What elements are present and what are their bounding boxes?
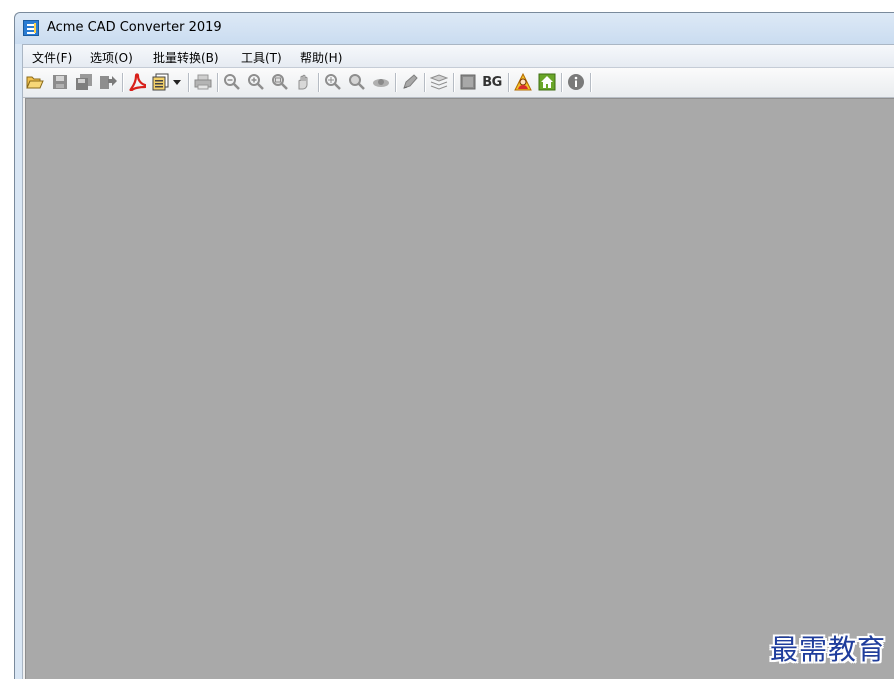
- menu-help[interactable]: 帮助(H): [300, 49, 342, 66]
- toolbar-separator: [318, 73, 319, 92]
- pdf-convert-icon[interactable]: [127, 72, 147, 92]
- bg-label: BG: [482, 74, 502, 90]
- menu-batch-convert[interactable]: 批量转换(B): [153, 49, 219, 66]
- toolbar-separator: [395, 73, 396, 92]
- batch-convert-icon[interactable]: [151, 72, 171, 92]
- drawing-canvas[interactable]: [25, 98, 894, 679]
- app-icon: [23, 20, 39, 36]
- view-eye-icon[interactable]: [371, 72, 391, 92]
- toolbar-separator: [424, 73, 425, 92]
- toolbar-separator: [188, 73, 189, 92]
- save-all-icon[interactable]: [74, 72, 94, 92]
- export-icon[interactable]: [98, 72, 118, 92]
- menu-tools[interactable]: 工具(T): [241, 49, 282, 66]
- open-folder-icon[interactable]: [25, 72, 45, 92]
- window-title: Acme CAD Converter 2019: [47, 20, 222, 35]
- title-bar[interactable]: Acme CAD Converter 2019: [15, 13, 894, 44]
- pen-icon[interactable]: [400, 72, 420, 92]
- print-icon[interactable]: [193, 72, 213, 92]
- user-help-icon[interactable]: [513, 72, 533, 92]
- toolbar-separator: [508, 73, 509, 92]
- zoom-in-icon[interactable]: [246, 72, 266, 92]
- toolbar-separator: [217, 73, 218, 92]
- zoom-extents-icon[interactable]: [347, 72, 367, 92]
- pan-icon[interactable]: [294, 72, 314, 92]
- client-area: 文件(F) 选项(O) 批量转换(B) 工具(T) 帮助(H) BG: [22, 44, 894, 679]
- save-icon[interactable]: [50, 72, 70, 92]
- watermark-text: 最需教育: [770, 633, 887, 666]
- layers-icon[interactable]: [429, 72, 449, 92]
- about-info-icon[interactable]: [566, 72, 586, 92]
- zoom-realtime-icon[interactable]: [323, 72, 343, 92]
- zoom-window-icon[interactable]: [270, 72, 290, 92]
- app-window: Acme CAD Converter 2019 文件(F) 选项(O) 批量转换…: [14, 12, 894, 679]
- toolbar-separator: [122, 73, 123, 92]
- menu-file[interactable]: 文件(F): [32, 49, 72, 66]
- zoom-out-icon[interactable]: [222, 72, 242, 92]
- toolbar-separator: [561, 73, 562, 92]
- menu-bar: 文件(F) 选项(O) 批量转换(B) 工具(T) 帮助(H): [23, 45, 894, 68]
- background-color-icon[interactable]: [458, 72, 478, 92]
- home-icon[interactable]: [537, 72, 557, 92]
- bg-toggle[interactable]: BG: [480, 72, 504, 92]
- toolbar-separator: [453, 73, 454, 92]
- toolbar: BG: [23, 68, 894, 98]
- menu-options[interactable]: 选项(O): [90, 49, 133, 66]
- dropdown-arrow-icon[interactable]: [170, 72, 184, 92]
- toolbar-separator: [590, 73, 591, 92]
